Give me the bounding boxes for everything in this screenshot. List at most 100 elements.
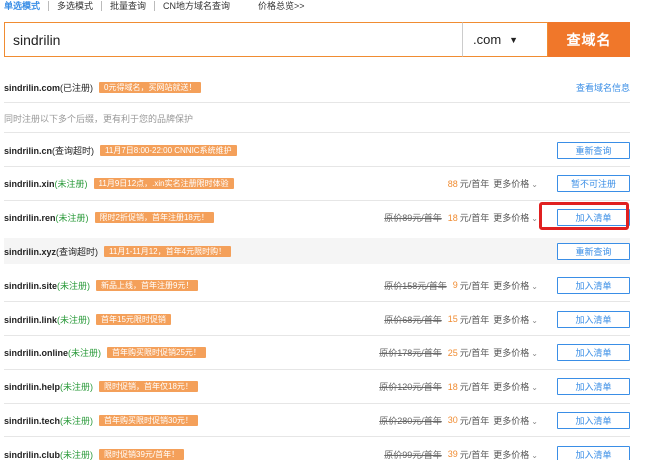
table-row: sindrilin.xin(未注册) 11月9日12点，.xin实名注册限时体验 8… (4, 174, 630, 194)
divider (4, 301, 630, 303)
price-unit: 元/首年 (459, 382, 490, 393)
multi-suffix-note: 同时注册以下多个后缀，更有利于您的品牌保护 (4, 114, 194, 124)
price-unit: 元/首年 (459, 213, 490, 224)
more-prices-toggle[interactable]: 更多价格 ⌄ (493, 177, 538, 190)
sale-price: 15 (447, 314, 458, 324)
highlight-box (539, 202, 629, 230)
price-info: 原价99元/首年 39 元/首年 更多价格 ⌄ (384, 448, 538, 460)
chevron-down-icon: ⌄ (531, 315, 538, 325)
price-info: 原价280元/首年 30 元/首年 更多价格 ⌄ (379, 414, 538, 427)
sale-price: 18 (447, 212, 458, 223)
domain-name: sindrilin.tech(未注册) (4, 415, 94, 426)
tld-select[interactable]: .com ▼ (462, 22, 548, 57)
promo-badge: 11月9日12点，.xin实名注册限时体验 (93, 178, 234, 190)
domain-name: sindrilin.xyz(查询超时) (4, 246, 99, 257)
more-prices-toggle[interactable]: 更多价格 ⌄ (493, 313, 538, 326)
caret-down-icon: ▼ (509, 34, 519, 45)
add-to-list-button[interactable]: 加入清单 (557, 445, 630, 460)
price-info: 原价178元/首年 25 元/首年 更多价格 ⌄ (379, 346, 538, 359)
tab-batch-query[interactable]: 批量查询 (101, 1, 154, 11)
view-domain-info-link[interactable]: 查看域名信息 (576, 81, 630, 94)
chevron-down-icon: ⌄ (531, 450, 538, 460)
table-row: sindrilin.tech(未注册) 首年购买限时促销30元！ 原价280元/首年… (4, 410, 630, 430)
price-unit: 元/首年 (459, 348, 490, 359)
domain-name: sindrilin.link(未注册) (4, 314, 91, 325)
chevron-down-icon: ⌄ (531, 383, 538, 393)
table-row: sindrilin.link(未注册) 首年15元限时促销 原价68元/首年 15 元/… (4, 309, 630, 329)
chevron-down-icon: ⌄ (531, 349, 538, 359)
promo-badge: 0元得域名，买网站就送！ (99, 81, 202, 93)
more-prices-toggle[interactable]: 更多价格 ⌄ (493, 211, 538, 224)
chevron-down-icon: ⌄ (531, 180, 538, 190)
divider (4, 132, 630, 133)
price-unit: 元/首年 (459, 314, 490, 325)
table-row: sindrilin.cn(查询超时) 11月7日8:00-22:00 CNNIC系… (4, 140, 630, 160)
price-info: 原价120元/首年 18 元/首年 更多价格 ⌄ (379, 380, 538, 393)
domain-name: sindrilin.club(未注册) (4, 449, 94, 460)
table-row: sindrilin.ren(未注册) 限时2折促销，首年注册18元！ 原价89元/首… (4, 208, 630, 228)
promo-badge: 首年15元限时促销 (96, 313, 171, 325)
promo-badge: 11月1-11月12，首年4元限时购！ (104, 245, 232, 257)
domain-name: sindrilin.ren(未注册) (4, 213, 89, 224)
divider (4, 402, 630, 404)
table-row: sindrilin.online(未注册) 首年购买限时促销25元！ 原价178元/… (4, 343, 630, 363)
domain-name: sindrilin.com(已注册) (4, 82, 94, 93)
retry-query-button[interactable]: 重新查询 (557, 141, 630, 159)
tab-cn-local-query[interactable]: CN地方域名查询 (154, 1, 238, 11)
price-info: 原价89元/首年 18 元/首年 更多价格 ⌄ (384, 211, 538, 224)
tab-single-mode[interactable]: 单选模式 (4, 1, 48, 11)
promo-badge: 新品上线，首年注册9元！ (96, 279, 199, 291)
registered-domain-row: sindrilin.com(已注册) 0元得域名，买网站就送！ 查看域名信息 (4, 78, 630, 96)
original-price: 原价68元/首年 (384, 314, 442, 325)
retry-query-button[interactable]: 重新查询 (557, 242, 630, 260)
chevron-down-icon: ⌄ (531, 416, 538, 426)
divider (4, 166, 630, 167)
more-prices-toggle[interactable]: 更多价格 ⌄ (493, 380, 538, 393)
tab-multi-mode[interactable]: 多选模式 (48, 1, 101, 11)
promo-badge: 首年购买限时促销30元！ (99, 414, 198, 426)
add-to-list-button[interactable]: 加入清单 (557, 276, 630, 294)
add-to-list-button[interactable]: 加入清单 (557, 378, 630, 396)
more-prices-toggle[interactable]: 更多价格 ⌄ (493, 279, 538, 292)
domain-name: sindrilin.cn(查询超时) (4, 145, 95, 156)
domain-search-input[interactable] (4, 22, 462, 57)
sale-price: 9 (452, 280, 458, 291)
more-prices-toggle[interactable]: 更多价格 ⌄ (493, 448, 538, 460)
divider (4, 102, 630, 103)
original-price: 原价120元/首年 (379, 382, 442, 393)
price-unit: 元/首年 (459, 280, 490, 291)
original-price: 原价89元/首年 (384, 213, 442, 224)
add-to-list-button[interactable]: 加入清单 (557, 310, 630, 328)
chevron-down-icon: ⌄ (531, 214, 538, 224)
promo-badge: 首年购买限时促销25元！ (107, 347, 206, 359)
divider (4, 199, 630, 201)
sale-price: 39 (447, 449, 458, 460)
promo-badge: 限时促销39元/首年！ (99, 448, 185, 460)
divider (4, 335, 630, 336)
domain-name: sindrilin.online(未注册) (4, 348, 102, 359)
promo-badge: 限时促销，首年仅18元！ (99, 381, 198, 393)
original-price: 原价99元/首年 (384, 449, 442, 460)
table-row: sindrilin.help(未注册) 限时促销，首年仅18元！ 原价120元/首年… (4, 377, 630, 397)
promo-badge: 11月7日8:00-22:00 CNNIC系统维护 (100, 144, 237, 156)
add-to-list-button[interactable]: 加入清单 (557, 344, 630, 362)
table-row: sindrilin.site(未注册) 新品上线，首年注册9元！ 原价158元/首年… (4, 275, 630, 295)
price-info: 原价158元/首年 9 元/首年 更多价格 ⌄ (384, 279, 538, 292)
divider (4, 436, 630, 438)
original-price: 原价178元/首年 (379, 348, 442, 359)
price-unit: 元/首年 (459, 449, 490, 460)
more-prices-toggle[interactable]: 更多价格 ⌄ (493, 346, 538, 359)
original-price: 原价280元/首年 (379, 415, 442, 426)
tld-selected-value: .com (473, 32, 502, 47)
divider (4, 368, 630, 370)
unavailable-button[interactable]: 暂不可注册 (557, 175, 630, 193)
price-info: 88 元/首年 更多价格 ⌄ (448, 177, 538, 190)
sale-price: 25 (447, 347, 458, 358)
mode-tabs: 单选模式 多选模式 批量查询 CN地方域名查询 价格总览>> (4, 0, 313, 12)
add-to-list-button[interactable]: 加入清单 (557, 411, 630, 429)
price-info: 原价68元/首年 15 元/首年 更多价格 ⌄ (384, 313, 538, 326)
domain-name: sindrilin.site(未注册) (4, 280, 91, 291)
more-prices-toggle[interactable]: 更多价格 ⌄ (493, 414, 538, 427)
tab-price-overview[interactable]: 价格总览>> (238, 1, 313, 11)
search-domain-button[interactable]: 查域名 (548, 22, 630, 57)
